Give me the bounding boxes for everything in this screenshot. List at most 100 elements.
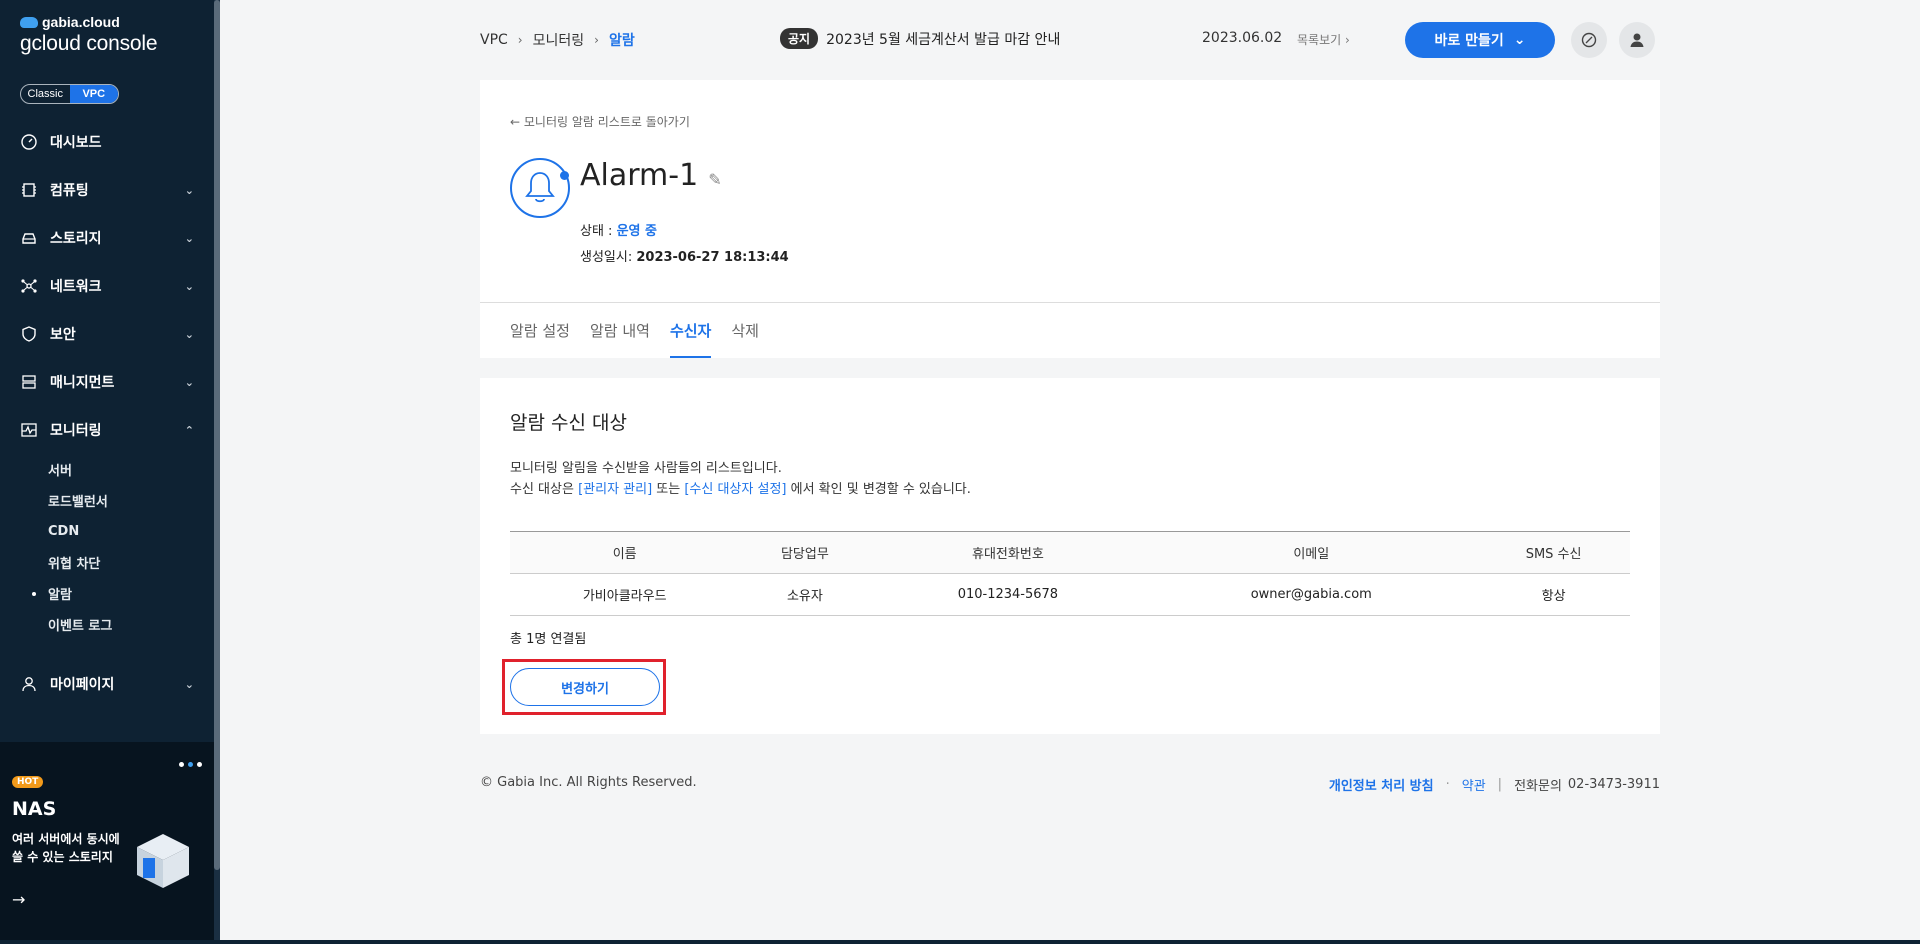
promo-banner[interactable]: HOT NAS 여러 서버에서 동시에 쓸 수 있는 스토리지 → bbox=[0, 742, 214, 944]
section-description: 모니터링 알림을 수신받을 사람들의 리스트입니다. 수신 대상은 [관리자 관… bbox=[510, 458, 971, 500]
storage-icon bbox=[20, 229, 38, 247]
footer-separator: | bbox=[1497, 777, 1503, 792]
sidebar-subitem-event-log[interactable]: 이벤트 로그 bbox=[48, 609, 214, 640]
recipients-card: 알람 수신 대상 모니터링 알림을 수신받을 사람들의 리스트입니다. 수신 대… bbox=[480, 378, 1660, 734]
sidebar-subitem-cdn[interactable]: CDN bbox=[48, 516, 214, 547]
created-label: 생성일시: bbox=[580, 250, 637, 265]
detail-tabs: 알람 설정 알람 내역 수신자 삭제 bbox=[510, 302, 759, 358]
cell-name: 가비아클라우드 bbox=[510, 573, 740, 616]
table-header-row: 이름 담당업무 휴대전화번호 이메일 SMS 수신 bbox=[510, 531, 1630, 574]
carousel-dots[interactable] bbox=[179, 762, 202, 767]
phone-label: 전화문의 bbox=[1514, 779, 1562, 794]
sidebar-item-dashboard[interactable]: 대시보드 bbox=[0, 118, 214, 166]
chevron-right-icon: › bbox=[594, 33, 599, 47]
column-sms: SMS 수신 bbox=[1477, 531, 1630, 574]
footer-links: 개인정보 처리 방침 · 약관 | 전화문의 02-3473-3911 bbox=[1329, 775, 1660, 794]
recipient-settings-link[interactable]: [수신 대상자 설정] bbox=[684, 482, 786, 497]
chevron-up-icon: ⌃ bbox=[184, 423, 194, 437]
breadcrumb: VPC › 모니터링 › 알람 bbox=[480, 30, 635, 50]
table-row: 가비아클라우드 소유자 010-1234-5678 owner@gabia.co… bbox=[510, 573, 1630, 616]
total-count: 총 1명 연결됨 bbox=[510, 632, 587, 647]
notice-text[interactable]: 2023년 5월 세금계산서 발급 마감 안내 bbox=[826, 29, 1060, 49]
tab-alarm-history[interactable]: 알람 내역 bbox=[590, 302, 650, 358]
alarm-bell-icon bbox=[510, 158, 570, 218]
hot-badge: HOT bbox=[12, 776, 44, 788]
sidebar-subitem-threat-block[interactable]: 위협 차단 bbox=[48, 547, 214, 578]
network-icon bbox=[20, 277, 38, 295]
chat-icon bbox=[1581, 32, 1597, 48]
tab-alarm-settings[interactable]: 알람 설정 bbox=[510, 302, 570, 358]
user-icon bbox=[20, 675, 38, 693]
cell-phone: 010-1234-5678 bbox=[870, 573, 1146, 616]
column-email: 이메일 bbox=[1145, 531, 1478, 574]
sidebar-nav: 대시보드 컴퓨팅 ⌄ 스토리지 ⌄ 네트워크 ⌄ 보안 ⌄ 매니지먼트 ⌄ 모니… bbox=[0, 118, 214, 708]
change-button[interactable]: 변경하기 bbox=[510, 668, 660, 706]
sidebar-item-label: 모니터링 bbox=[50, 423, 102, 439]
footer-separator: · bbox=[1445, 777, 1450, 792]
nas-cube-illustration bbox=[137, 834, 189, 888]
quick-create-label: 바로 만들기 bbox=[1434, 33, 1504, 49]
sidebar-item-label: 네트워크 bbox=[50, 279, 102, 295]
back-link-label: 모니터링 알람 리스트로 돌아가기 bbox=[523, 115, 690, 129]
promo-title: NAS bbox=[12, 798, 57, 820]
toggle-classic[interactable]: Classic bbox=[21, 85, 70, 103]
status-label: 상태 : bbox=[580, 224, 617, 239]
tab-recipients[interactable]: 수신자 bbox=[669, 302, 712, 358]
notice-tag: 공지 bbox=[780, 28, 819, 49]
copyright: © Gabia Inc. All Rights Reserved. bbox=[480, 775, 697, 790]
sidebar-item-storage[interactable]: 스토리지 ⌄ bbox=[0, 214, 214, 262]
sidebar-subitem-alarm[interactable]: 알람 bbox=[32, 578, 214, 609]
description-text: 수신 대상은 bbox=[510, 482, 579, 497]
management-icon bbox=[20, 373, 38, 391]
arrow-right-icon[interactable]: → bbox=[12, 890, 25, 909]
toggle-vpc[interactable]: VPC bbox=[69, 85, 118, 103]
created-row: 생성일시: 2023-06-27 18:13:44 bbox=[580, 246, 789, 265]
sidebar: gabia.cloud gcloud console Classic VPC 대… bbox=[0, 0, 220, 944]
tab-delete[interactable]: 삭제 bbox=[731, 302, 759, 358]
sidebar-item-label: 컴퓨팅 bbox=[50, 183, 89, 199]
section-title: 알람 수신 대상 bbox=[510, 412, 627, 434]
admin-management-link[interactable]: [관리자 관리] bbox=[578, 482, 652, 497]
cell-role: 소유자 bbox=[739, 573, 871, 616]
sidebar-item-mypage[interactable]: 마이페이지 ⌄ bbox=[0, 660, 214, 708]
user-icon bbox=[1630, 33, 1644, 47]
sidebar-item-network[interactable]: 네트워크 ⌄ bbox=[0, 262, 214, 310]
sidebar-item-computing[interactable]: 컴퓨팅 ⌄ bbox=[0, 166, 214, 214]
sidebar-item-monitoring[interactable]: 모니터링 ⌃ bbox=[0, 406, 214, 454]
pencil-edit-icon[interactable]: ✎ bbox=[708, 170, 721, 189]
status-row: 상태 : 운영 중 bbox=[580, 220, 657, 239]
quick-create-button[interactable]: 바로 만들기 ⌄ bbox=[1405, 22, 1555, 58]
notice[interactable]: 공지 2023년 5월 세금계산서 발급 마감 안내 bbox=[780, 28, 1060, 49]
promo-desc: 여러 서버에서 동시에 쓸 수 있는 스토리지 bbox=[12, 832, 120, 864]
sidebar-item-management[interactable]: 매니지먼트 ⌄ bbox=[0, 358, 214, 406]
phone-number: 02-3473-3911 bbox=[1567, 777, 1660, 792]
chevron-down-icon: ⌄ bbox=[1513, 32, 1526, 48]
recipients-table: 이름 담당업무 휴대전화번호 이메일 SMS 수신 가비아클라우드 소유자 01… bbox=[510, 531, 1630, 616]
alarm-title: Alarm-1 ✎ bbox=[580, 158, 722, 193]
chat-button[interactable] bbox=[1571, 22, 1607, 58]
classic-vpc-toggle[interactable]: Classic VPC bbox=[20, 84, 119, 104]
breadcrumb-monitoring[interactable]: 모니터링 bbox=[533, 30, 585, 50]
chevron-down-icon: ⌄ bbox=[184, 231, 194, 245]
profile-button[interactable] bbox=[1619, 22, 1655, 58]
chevron-down-icon: ⌄ bbox=[184, 183, 194, 197]
description-text: 또는 bbox=[652, 482, 685, 497]
chevron-right-icon: › bbox=[517, 33, 523, 47]
sidebar-item-security[interactable]: 보안 ⌄ bbox=[0, 310, 214, 358]
monitoring-icon bbox=[20, 421, 38, 439]
sidebar-subitem-server[interactable]: 서버 bbox=[48, 454, 214, 485]
breadcrumb-vpc[interactable]: VPC bbox=[480, 32, 508, 48]
notice-list-link[interactable]: 목록보기 › bbox=[1297, 31, 1350, 48]
cpu-icon bbox=[20, 181, 38, 199]
alarm-name: Alarm-1 bbox=[580, 158, 699, 193]
breadcrumb-alarm: 알람 bbox=[608, 33, 635, 49]
back-link[interactable]: ← 모니터링 알람 리스트로 돌아가기 bbox=[510, 113, 690, 130]
chevron-down-icon: ⌄ bbox=[184, 279, 194, 293]
description-line-2: 수신 대상은 [관리자 관리] 또는 [수신 대상자 설정] 에서 확인 및 변… bbox=[510, 479, 971, 500]
brand-logo[interactable]: gabia.cloud gcloud console bbox=[20, 14, 158, 56]
monitoring-submenu: 서버 로드밸런서 CDN 위협 차단 알람 이벤트 로그 bbox=[0, 454, 214, 640]
privacy-policy-link[interactable]: 개인정보 처리 방침 bbox=[1329, 775, 1434, 794]
description-text: 에서 확인 및 변경할 수 있습니다. bbox=[786, 482, 971, 497]
terms-link[interactable]: 약관 bbox=[1462, 775, 1486, 794]
sidebar-subitem-loadbalancer[interactable]: 로드밸런서 bbox=[48, 485, 214, 516]
